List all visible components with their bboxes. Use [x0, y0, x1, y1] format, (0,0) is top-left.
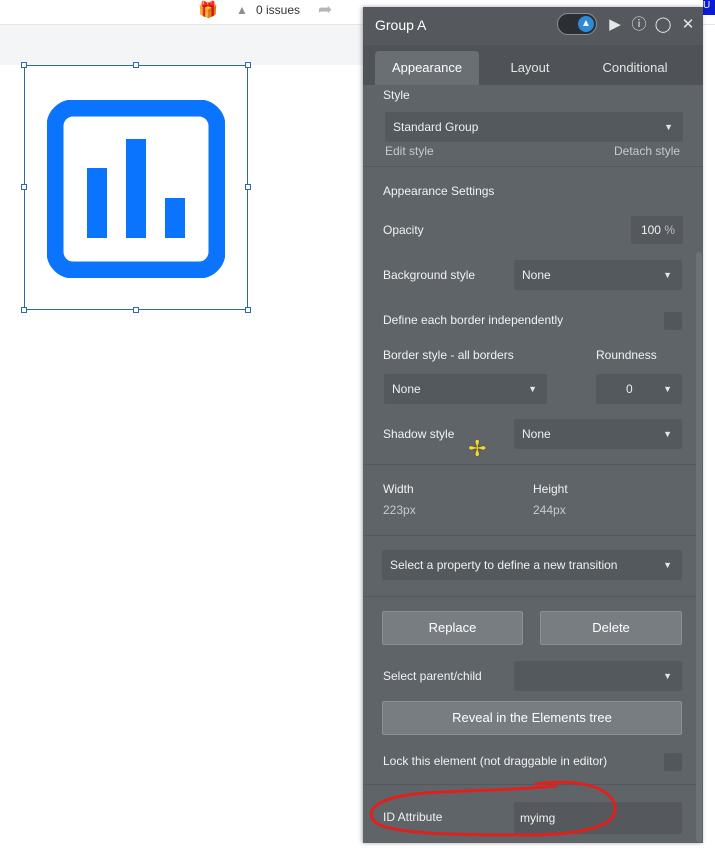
chevron-down-icon: ▼ [663, 671, 672, 681]
play-icon[interactable]: ▶ [606, 16, 624, 34]
roundness-dropdown[interactable]: 0 ▼ [596, 374, 682, 404]
border-style-value: None [392, 382, 421, 396]
resize-handle-top-left[interactable] [21, 62, 27, 68]
divider [363, 464, 703, 465]
chevron-down-icon: ▼ [528, 384, 537, 394]
define-borders-checkbox[interactable] [664, 312, 682, 330]
resize-handle-bottom-right[interactable] [245, 307, 251, 313]
background-style-value: None [522, 268, 551, 282]
transition-placeholder: Select a property to define a new transi… [390, 558, 618, 572]
tab-bar: Appearance Layout Conditional [363, 45, 703, 85]
border-style-dropdown[interactable]: None ▼ [384, 374, 547, 404]
chevron-down-icon: ▼ [663, 429, 672, 439]
roundness-value: 0 [626, 382, 633, 396]
delete-button[interactable]: Delete [540, 611, 682, 645]
chevron-down-icon: ▼ [663, 384, 672, 394]
resize-handle-top-right[interactable] [245, 62, 251, 68]
comment-icon[interactable]: ◯ [654, 16, 672, 34]
lock-element-label: Lock this element (not draggable in edit… [383, 754, 608, 768]
select-parent-dropdown[interactable]: ▼ [514, 661, 682, 691]
gift-icon[interactable]: 🎁 [198, 0, 218, 20]
resize-handle-left[interactable] [21, 184, 27, 190]
divider [363, 596, 703, 597]
width-label: Width [383, 482, 414, 496]
select-parent-label: Select parent/child [383, 669, 482, 683]
appearance-settings-heading: Appearance Settings [383, 184, 495, 198]
style-dropdown-value: Standard Group [393, 120, 479, 134]
height-value: 244px [533, 503, 566, 517]
close-icon[interactable]: ✕ [679, 16, 697, 34]
bar-chart-icon [47, 100, 225, 278]
transition-dropdown[interactable]: Select a property to define a new transi… [382, 550, 682, 580]
style-label: Style [383, 88, 410, 102]
percent-unit: % [664, 223, 675, 237]
tab-appearance[interactable]: Appearance [375, 51, 479, 85]
resize-handle-bottom[interactable] [133, 307, 139, 313]
shadow-style-dropdown[interactable]: None ▼ [514, 419, 682, 449]
panel-scrollbar[interactable] [696, 252, 702, 842]
pointer-icon[interactable]: ➦ [318, 0, 332, 20]
property-editor-panel: Group A ▲ ▶ ⓘ ◯ ✕ Appearance Layout Cond… [363, 7, 703, 843]
id-attribute-value: myimg [520, 811, 556, 825]
upgrade-tag[interactable]: U [703, 0, 715, 15]
id-attribute-input[interactable]: myimg [514, 802, 682, 834]
chevron-down-icon: ▼ [664, 122, 673, 132]
divider [363, 166, 703, 167]
tab-conditional[interactable]: Conditional [585, 51, 685, 85]
flask-icon: ▲ [578, 16, 594, 32]
height-label: Height [533, 482, 568, 496]
id-attribute-label: ID Attribute [383, 810, 443, 824]
shadow-style-label: Shadow style [383, 427, 455, 441]
preview-toggle[interactable]: ▲ [557, 13, 597, 35]
resize-handle-top[interactable] [133, 62, 139, 68]
element-title[interactable]: Group A [375, 17, 426, 33]
roundness-label: Roundness [596, 348, 657, 362]
define-borders-label: Define each border independently [383, 313, 564, 327]
chevron-down-icon: ▼ [663, 270, 672, 280]
issues-count[interactable]: 0 issues [256, 3, 300, 17]
reveal-in-elements-tree-button[interactable]: Reveal in the Elements tree [382, 701, 682, 735]
border-style-label: Border style - all borders [383, 348, 514, 362]
detach-style-link[interactable]: Detach style [614, 144, 680, 158]
replace-button[interactable]: Replace [382, 611, 523, 645]
resize-handle-bottom-left[interactable] [21, 307, 27, 313]
lock-element-checkbox[interactable] [664, 753, 682, 771]
tab-layout[interactable]: Layout [488, 51, 572, 85]
opacity-label: Opacity [383, 223, 424, 237]
canvas-header-strip [0, 25, 363, 65]
width-value: 223px [383, 503, 416, 517]
background-style-dropdown[interactable]: None ▼ [514, 260, 682, 290]
opacity-value: 100 [640, 223, 661, 237]
info-icon[interactable]: ⓘ [630, 16, 648, 34]
chevron-down-icon: ▼ [663, 560, 672, 570]
opacity-input[interactable]: 100 % [631, 216, 683, 244]
resize-handle-right[interactable] [245, 184, 251, 190]
warning-icon: ▲ [236, 3, 248, 17]
move-cursor-icon: ✢ [468, 436, 487, 461]
divider [363, 535, 703, 536]
background-style-label: Background style [383, 268, 476, 282]
panel-header[interactable]: Group A ▲ ▶ ⓘ ◯ ✕ [363, 7, 703, 45]
shadow-style-value: None [522, 427, 551, 441]
style-dropdown[interactable]: Standard Group ▼ [385, 112, 683, 142]
divider [363, 784, 703, 785]
edit-style-link[interactable]: Edit style [385, 144, 434, 158]
